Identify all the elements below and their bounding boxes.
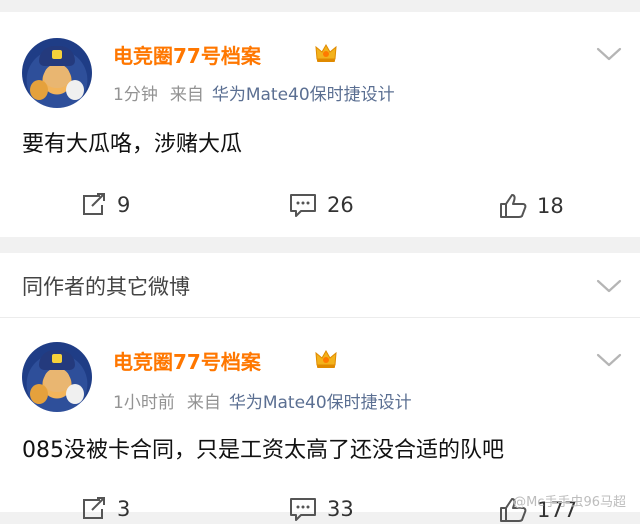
avatar-dog-right — [66, 384, 84, 404]
like-count: 18 — [537, 194, 564, 218]
repost-icon — [83, 193, 105, 215]
chevron-down-icon[interactable] — [596, 352, 622, 368]
repost-button[interactable]: 9 — [80, 192, 130, 218]
post-card[interactable]: 电竞圈77号档案 1分钟 来自 华为Mate40保时捷设计 要有大瓜咯，涉赌大瓜 9… — [0, 12, 640, 237]
section-title: 同作者的其它微博 — [22, 275, 190, 299]
comment-icon — [290, 194, 316, 217]
watermark: @Mc手手虫96马超 — [513, 495, 626, 510]
comment-count: 33 — [327, 497, 354, 521]
avatar[interactable] — [22, 342, 92, 412]
vip-crown-icon[interactable] — [314, 42, 338, 64]
avatar-dog-right — [66, 80, 84, 100]
avatar-face — [44, 368, 70, 392]
username[interactable]: 电竞圈77号档案 — [113, 40, 261, 69]
source-prefix: 来自 — [186, 393, 221, 413]
post-card[interactable]: 电竞圈77号档案 1小时前 来自 华为Mate40保时捷设计 085没被卡合同，只是… — [0, 318, 640, 522]
top-gap — [0, 0, 640, 12]
avatar-badge — [52, 50, 62, 59]
device-link[interactable]: 华为Mate40保时捷设计 — [229, 393, 412, 413]
more-from-author-header[interactable]: 同作者的其它微博 — [0, 253, 640, 318]
post-text: 要有大瓜咯，涉赌大瓜 — [22, 132, 243, 157]
username[interactable]: 电竞圈77号档案 — [113, 346, 261, 375]
vip-crown-icon[interactable] — [314, 348, 338, 370]
avatar-face — [44, 64, 70, 88]
chevron-down-icon[interactable] — [596, 46, 622, 62]
source-prefix: 来自 — [169, 85, 204, 105]
post-meta: 1分钟 来自 华为Mate40保时捷设计 — [113, 80, 395, 105]
repost-count: 9 — [117, 193, 131, 217]
like-button[interactable]: 18 — [498, 192, 564, 220]
device-link[interactable]: 华为Mate40保时捷设计 — [212, 85, 395, 105]
repost-icon — [83, 497, 105, 519]
repost-button[interactable]: 3 — [80, 496, 130, 522]
comment-icon — [290, 498, 316, 521]
repost-count: 3 — [117, 497, 131, 521]
chevron-down-icon[interactable] — [596, 278, 622, 294]
post-time: 1小时前 — [113, 393, 175, 413]
avatar[interactable] — [22, 38, 92, 108]
post-time: 1分钟 — [113, 85, 158, 105]
post-meta: 1小时前 来自 华为Mate40保时捷设计 — [113, 388, 412, 413]
avatar-badge — [52, 354, 62, 363]
like-icon — [500, 194, 527, 218]
post-text: 085没被卡合同，只是工资太高了还没合适的队吧 — [22, 438, 504, 463]
comment-button[interactable]: 26 — [288, 192, 354, 218]
comment-count: 26 — [327, 193, 354, 217]
comment-button[interactable]: 33 — [288, 496, 354, 522]
